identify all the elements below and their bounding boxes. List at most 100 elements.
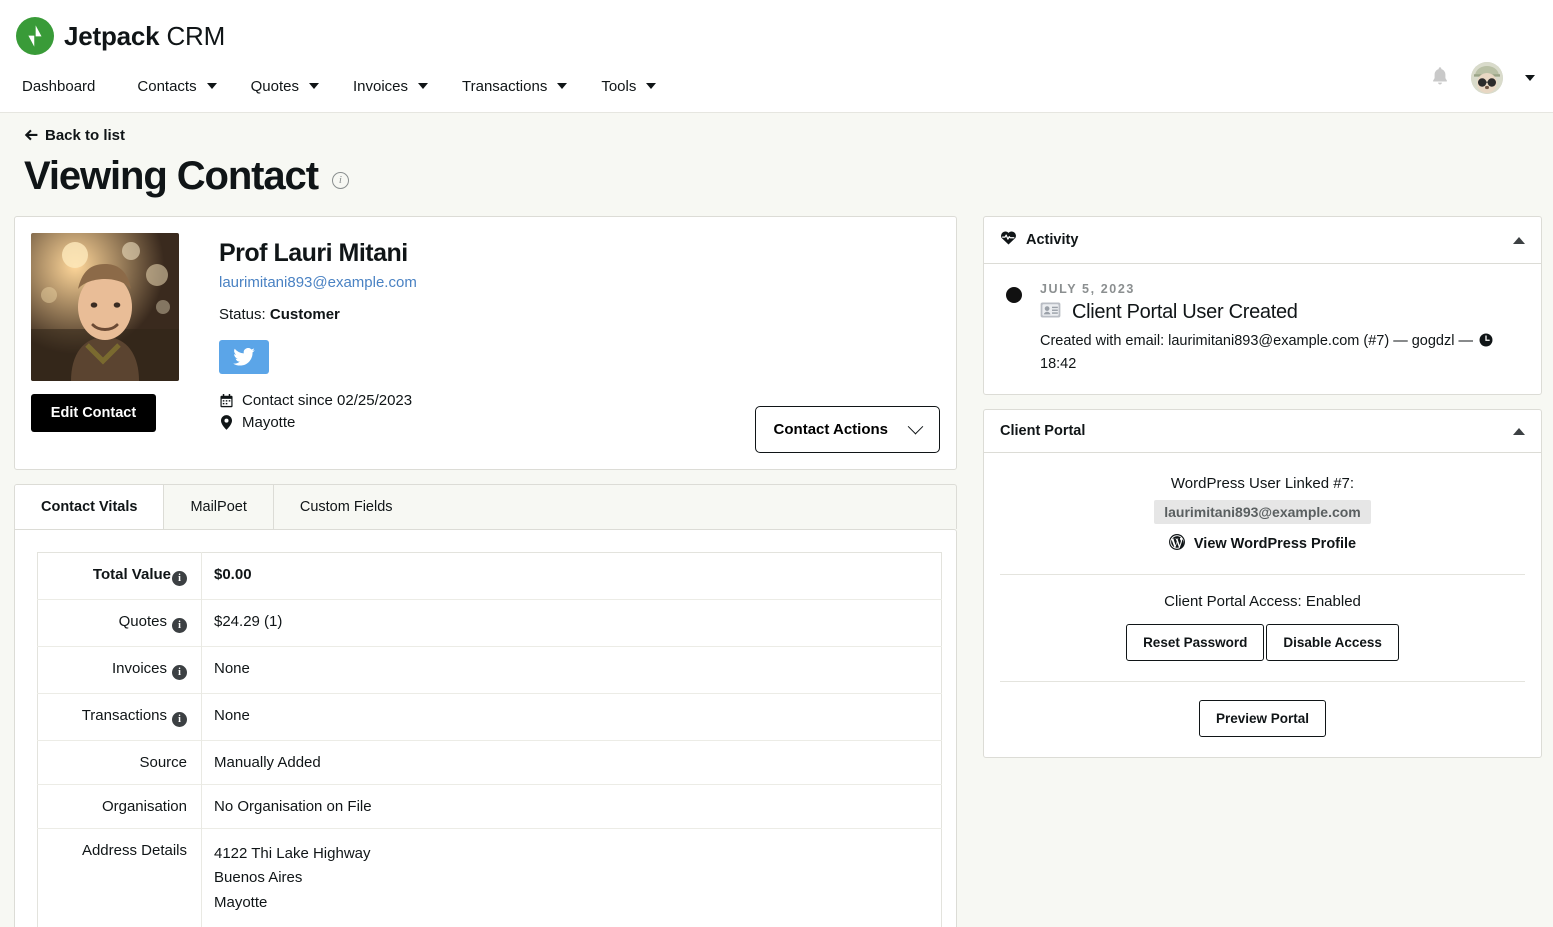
vitals-label-text: Invoices bbox=[112, 660, 167, 677]
contact-actions-label: Contact Actions bbox=[774, 421, 888, 438]
wordpress-user-email: laurimitani893@example.com bbox=[1154, 500, 1371, 524]
activity-panel-body: JULY 5, 2023 bbox=[984, 264, 1541, 394]
vitals-label-transactions: Transactionsi bbox=[38, 694, 202, 741]
preview-portal-button[interactable]: Preview Portal bbox=[1199, 700, 1326, 737]
contact-name: Prof Lauri Mitani bbox=[219, 239, 417, 268]
client-portal-panel-header[interactable]: Client Portal bbox=[984, 410, 1541, 453]
brand-logo[interactable]: Jetpack CRM bbox=[0, 0, 1553, 60]
table-row: Transactionsi None bbox=[38, 694, 942, 741]
address-line: Mayotte bbox=[214, 891, 931, 915]
user-avatar[interactable] bbox=[1471, 62, 1503, 94]
info-icon[interactable]: i bbox=[172, 665, 187, 680]
vitals-label-address: Address Details bbox=[38, 829, 202, 927]
tab-custom-fields[interactable]: Custom Fields bbox=[274, 485, 419, 529]
nav-label: Tools bbox=[601, 78, 636, 95]
vitals-value-organisation: No Organisation on File bbox=[202, 785, 942, 829]
client-portal-panel: Client Portal WordPress User Linked #7: … bbox=[983, 409, 1542, 758]
nav-label: Invoices bbox=[353, 78, 408, 95]
contact-status-value: Customer bbox=[270, 306, 340, 323]
nav-label: Quotes bbox=[251, 78, 299, 95]
chevron-down-icon bbox=[646, 83, 656, 89]
table-row: Address Details 4122 Thi Lake Highway Bu… bbox=[38, 829, 942, 927]
activity-time: 18:42 bbox=[1040, 356, 1076, 372]
reset-password-button[interactable]: Reset Password bbox=[1126, 624, 1264, 661]
contact-since-text: Contact since 02/25/2023 bbox=[242, 392, 412, 409]
back-to-list-link[interactable]: Back to list bbox=[24, 127, 125, 144]
page-info-icon[interactable]: i bbox=[332, 172, 349, 189]
divider bbox=[1000, 574, 1525, 575]
table-row: Invoices i None bbox=[38, 647, 942, 694]
contact-email-link[interactable]: laurimitani893@example.com bbox=[219, 274, 417, 291]
timeline-dot-icon bbox=[1006, 287, 1022, 303]
wordpress-icon bbox=[1169, 534, 1185, 554]
contact-since-line: Contact since 02/25/2023 bbox=[219, 392, 417, 409]
tab-mailpoet[interactable]: MailPoet bbox=[164, 485, 273, 529]
arrow-left-icon bbox=[24, 129, 38, 142]
tab-contact-vitals[interactable]: Contact Vitals bbox=[15, 485, 164, 529]
info-icon[interactable]: i bbox=[172, 571, 187, 586]
disable-access-button[interactable]: Disable Access bbox=[1266, 624, 1399, 661]
activity-panel-header[interactable]: Activity bbox=[984, 217, 1541, 264]
left-column: Edit Contact Prof Lauri Mitani laurimita… bbox=[14, 216, 957, 927]
top-bar: Jetpack CRM Dashboard Contacts Quotes In… bbox=[0, 0, 1553, 113]
info-icon[interactable]: i bbox=[172, 712, 187, 727]
client-portal-header-left: Client Portal bbox=[1000, 423, 1085, 439]
vitals-label-source: Source bbox=[38, 741, 202, 785]
heart-pulse-icon bbox=[1000, 230, 1017, 250]
contact-summary-card: Edit Contact Prof Lauri Mitani laurimita… bbox=[14, 216, 957, 470]
contact-location-text: Mayotte bbox=[242, 414, 295, 431]
page-title: Viewing Contact bbox=[24, 153, 318, 199]
chevron-down-icon bbox=[418, 83, 428, 89]
vitals-label-quotes: Quotesi bbox=[38, 600, 202, 647]
top-bar-right bbox=[1431, 62, 1535, 94]
collapse-caret-up-icon[interactable] bbox=[1513, 428, 1525, 435]
nav-label: Dashboard bbox=[22, 78, 95, 95]
preview-portal-wrap: Preview Portal bbox=[1000, 700, 1525, 737]
activity-description-text: Created with email: laurimitani893@examp… bbox=[1040, 333, 1473, 349]
clock-icon bbox=[1479, 335, 1493, 351]
contact-vitals-table: Total Valuei $0.00 Quotesi $24.29 (1) In… bbox=[37, 552, 942, 927]
client-portal-panel-body: WordPress User Linked #7: laurimitani893… bbox=[984, 453, 1541, 757]
contact-avatar bbox=[31, 233, 179, 381]
nav-item-invoices[interactable]: Invoices bbox=[353, 78, 450, 95]
contact-tabs: Contact Vitals MailPoet Custom Fields bbox=[14, 484, 957, 529]
activity-title-row: Client Portal User Created bbox=[1040, 301, 1510, 324]
divider bbox=[1000, 681, 1525, 682]
notifications-bell-icon[interactable] bbox=[1431, 66, 1449, 90]
vitals-value-invoices: None bbox=[202, 647, 942, 694]
vitals-label-text: Quotes bbox=[119, 613, 167, 630]
twitter-icon bbox=[233, 348, 255, 366]
nav-item-dashboard[interactable]: Dashboard bbox=[22, 78, 117, 95]
main-layout: Edit Contact Prof Lauri Mitani laurimita… bbox=[0, 199, 1553, 927]
client-portal-access-status: Client Portal Access: Enabled bbox=[1000, 593, 1525, 610]
client-portal-panel-title: Client Portal bbox=[1000, 423, 1085, 439]
brand-name-normal: CRM bbox=[166, 21, 225, 51]
nav-item-contacts[interactable]: Contacts bbox=[137, 78, 238, 95]
activity-title: Client Portal User Created bbox=[1072, 301, 1298, 324]
view-wordpress-profile-link[interactable]: View WordPress Profile bbox=[1000, 534, 1525, 554]
vitals-value-total-value: $0.00 bbox=[202, 553, 942, 600]
view-wordpress-profile-label: View WordPress Profile bbox=[1194, 536, 1356, 552]
map-pin-icon bbox=[219, 415, 233, 430]
nav-item-tools[interactable]: Tools bbox=[601, 78, 678, 95]
edit-contact-button[interactable]: Edit Contact bbox=[31, 394, 156, 432]
nav-item-quotes[interactable]: Quotes bbox=[251, 78, 341, 95]
activity-description: Created with email: laurimitani893@examp… bbox=[1040, 331, 1510, 374]
contact-status-label: Status: bbox=[219, 306, 266, 323]
vitals-value-source: Manually Added bbox=[202, 741, 942, 785]
contact-vitals-panel: Total Valuei $0.00 Quotesi $24.29 (1) In… bbox=[14, 529, 957, 927]
twitter-button[interactable] bbox=[219, 340, 269, 374]
vitals-label-organisation: Organisation bbox=[38, 785, 202, 829]
nav-label: Contacts bbox=[137, 78, 196, 95]
collapse-caret-up-icon[interactable] bbox=[1513, 237, 1525, 244]
vitals-label-total-value: Total Valuei bbox=[38, 553, 202, 600]
contact-actions-button[interactable]: Contact Actions bbox=[755, 406, 940, 453]
info-icon[interactable]: i bbox=[172, 618, 187, 633]
address-line: 4122 Thi Lake Highway bbox=[214, 842, 931, 866]
chevron-down-icon bbox=[557, 83, 567, 89]
wordpress-user-linked-label: WordPress User Linked #7: bbox=[1000, 475, 1525, 492]
nav-item-transactions[interactable]: Transactions bbox=[462, 78, 589, 95]
activity-panel-title: Activity bbox=[1026, 232, 1078, 248]
user-menu-chevron-down-icon[interactable] bbox=[1525, 75, 1535, 81]
contact-status: Status: Customer bbox=[219, 306, 417, 323]
